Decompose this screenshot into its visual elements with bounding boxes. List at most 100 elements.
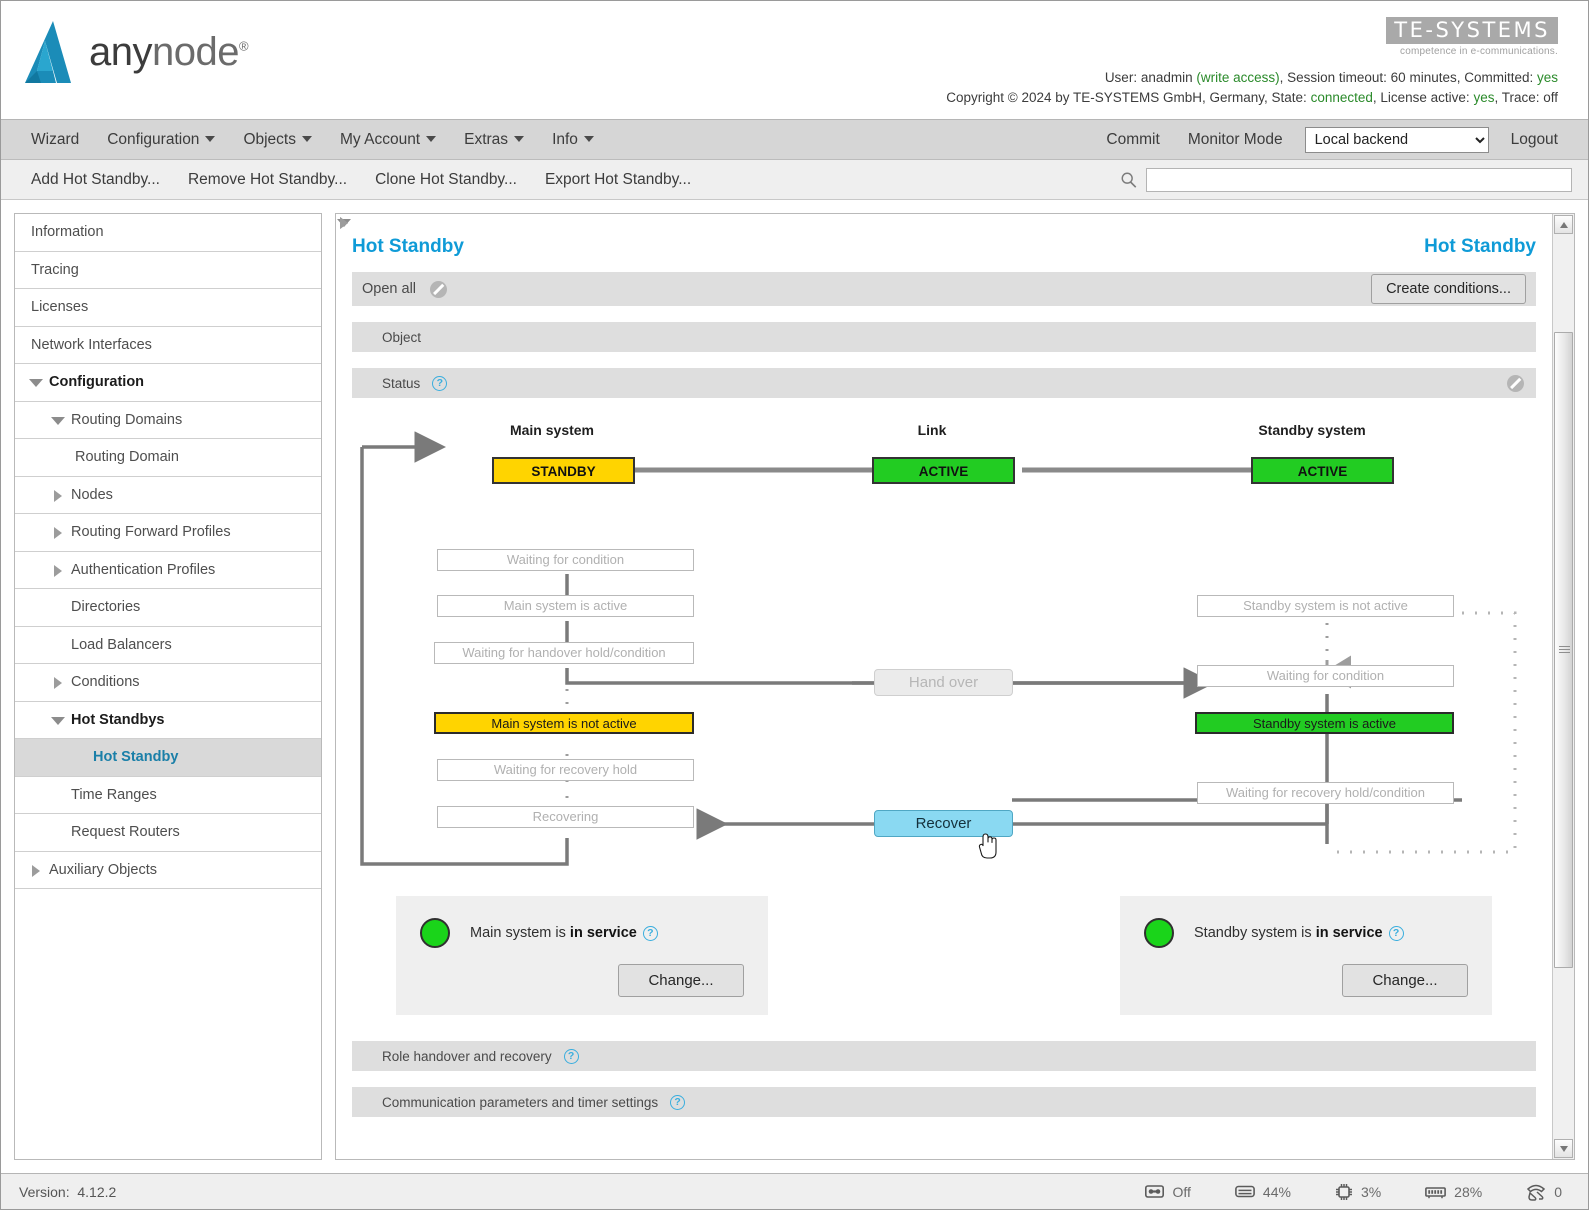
link-state-box: ACTIVE	[872, 457, 1015, 484]
user-label: User: anadmin	[1104, 70, 1197, 85]
sidebar-item-hot-standbys[interactable]: Hot Standbys	[15, 702, 321, 739]
main-system-change-button[interactable]: Change...	[618, 964, 744, 997]
search-input[interactable]	[1146, 167, 1572, 192]
help-icon[interactable]: ?	[1388, 926, 1404, 941]
main-system-service-state: in service	[569, 925, 637, 941]
te-systems-tagline: competence in e-communications.	[1400, 46, 1558, 57]
sidebar-item-nodes[interactable]: Nodes	[15, 477, 321, 514]
flow-box-waiting-for-handover: Waiting for handover hold/condition	[434, 642, 694, 664]
sidebar-item-load-balancers[interactable]: Load Balancers	[15, 627, 321, 664]
standby-system-service-prefix: Standby system is	[1194, 925, 1316, 941]
flow-box-recovering: Recovering	[437, 806, 694, 828]
sidebar-item-time-ranges[interactable]: Time Ranges	[15, 777, 321, 814]
create-conditions-button[interactable]: Create conditions...	[1371, 274, 1526, 304]
triangle-right-icon[interactable]	[50, 674, 66, 690]
standby-system-change-button[interactable]: Change...	[1342, 964, 1468, 997]
standby-system-service-state: in service	[1315, 925, 1383, 941]
license-label: , License active:	[1372, 90, 1474, 105]
backend-select[interactable]: Local backend	[1304, 126, 1489, 153]
sidebar-item-label: Time Ranges	[71, 786, 157, 803]
sidebar-item-configuration[interactable]: Configuration	[15, 364, 321, 402]
sidebar-item-label: Hot Standbys	[71, 711, 165, 728]
menu-extras[interactable]: Extras	[450, 127, 538, 153]
chevron-down-icon	[426, 135, 437, 142]
sidebar-item-conditions[interactable]: Conditions	[15, 664, 321, 702]
scrollbar-thumb[interactable]	[1554, 332, 1573, 968]
standby-system-state-box: ACTIVE	[1251, 457, 1394, 484]
write-access-label: (write access)	[1196, 70, 1280, 85]
section-object[interactable]: Object	[352, 322, 1536, 352]
sidebar-item-label: Directories	[71, 599, 141, 616]
sidebar-item-label: Load Balancers	[71, 636, 172, 653]
remove-hot-standby-button[interactable]: Remove Hot Standby...	[174, 168, 361, 192]
main-system-service-text: Main system is in service?	[470, 925, 658, 941]
section-communication-parameters-label: Communication parameters and timer setti…	[382, 1094, 659, 1110]
sidebar-item-tracing[interactable]: Tracing	[15, 252, 321, 289]
content-area: Information Tracing Licenses Network Int…	[1, 200, 1588, 1173]
help-icon[interactable]: ?	[432, 375, 448, 391]
session-info-line-2: Copyright © 2024 by TE-SYSTEMS GmbH, Ger…	[946, 88, 1558, 108]
section-status[interactable]: Status ?	[352, 368, 1536, 398]
menu-my-account-label: My Account	[340, 130, 421, 148]
menu-monitor-mode-label: Monitor Mode	[1187, 130, 1283, 148]
triangle-down-icon[interactable]	[28, 374, 44, 390]
triangle-right-icon[interactable]	[50, 487, 66, 503]
sidebar-item-label: Conditions	[71, 674, 140, 691]
menu-logout[interactable]: Logout	[1497, 127, 1572, 153]
menu-objects[interactable]: Objects	[229, 127, 326, 153]
help-icon[interactable]: ?	[642, 926, 658, 941]
metric-memory-value: 28%	[1454, 1183, 1483, 1200]
sidebar-item-licenses[interactable]: Licenses	[15, 289, 321, 327]
sidebar-item-label: Routing Domain	[75, 449, 179, 466]
main-vertical-scrollbar[interactable]	[1552, 214, 1574, 1159]
sidebar-item-routing-forward-profiles[interactable]: Routing Forward Profiles	[15, 514, 321, 552]
sidebar-item-hot-standby[interactable]: Hot Standby	[15, 739, 321, 777]
menu-info[interactable]: Info	[538, 127, 608, 153]
menu-commit-label: Commit	[1106, 130, 1160, 148]
clone-hot-standby-button[interactable]: Clone Hot Standby...	[361, 168, 531, 192]
sidebar-item-authentication-profiles[interactable]: Authentication Profiles	[15, 552, 321, 589]
section-role-handover-and-recovery[interactable]: Role handover and recovery ?	[352, 1041, 1536, 1071]
sidebar-item-directories[interactable]: Directories	[15, 589, 321, 627]
export-hot-standby-button[interactable]: Export Hot Standby...	[531, 168, 705, 192]
open-all-button[interactable]: Open all	[362, 281, 416, 297]
logo-text-dark: any	[89, 29, 153, 74]
sidebar-item-routing-domain[interactable]: Routing Domain	[15, 439, 321, 477]
sidebar-item-label: Network Interfaces	[31, 336, 152, 353]
metric-disk-value: 44%	[1262, 1183, 1291, 1200]
triangle-right-icon[interactable]	[50, 562, 66, 578]
triangle-right-icon[interactable]	[28, 862, 44, 878]
navigation-sidebar: Information Tracing Licenses Network Int…	[14, 213, 322, 1160]
no-entry-icon[interactable]	[1507, 374, 1524, 392]
section-role-handover-label: Role handover and recovery	[382, 1048, 552, 1064]
scroll-down-button[interactable]	[1554, 1139, 1573, 1158]
no-entry-icon[interactable]	[430, 280, 448, 298]
sidebar-item-auxiliary-objects[interactable]: Auxiliary Objects	[15, 852, 321, 889]
main-system-service-line: Main system is in service?	[420, 918, 744, 948]
hand-over-button[interactable]: Hand over	[874, 669, 1013, 696]
standby-system-label: Standby system	[1258, 422, 1366, 438]
menu-wizard-label: Wizard	[31, 130, 80, 148]
help-icon[interactable]: ?	[670, 1094, 686, 1110]
menu-wizard[interactable]: Wizard	[17, 127, 93, 153]
menu-configuration[interactable]: Configuration	[93, 127, 229, 153]
triangle-down-icon[interactable]	[50, 412, 66, 428]
sidebar-item-request-routers[interactable]: Request Routers	[15, 814, 321, 852]
scroll-up-button[interactable]	[1554, 215, 1573, 234]
main-system-change-row: Change...	[420, 964, 744, 997]
add-hot-standby-button[interactable]: Add Hot Standby...	[17, 168, 174, 192]
sidebar-item-routing-domains[interactable]: Routing Domains	[15, 402, 321, 439]
triangle-right-icon[interactable]	[50, 524, 66, 540]
menu-commit[interactable]: Commit	[1092, 127, 1173, 153]
sidebar-item-network-interfaces[interactable]: Network Interfaces	[15, 327, 321, 364]
triangle-down-icon[interactable]	[50, 712, 66, 728]
sidebar-item-label: Tracing	[31, 261, 79, 278]
sidebar-item-label: Configuration	[49, 374, 145, 391]
help-icon[interactable]: ?	[563, 1048, 579, 1064]
menu-monitor-mode[interactable]: Monitor Mode	[1174, 127, 1297, 153]
version-label: Version:	[19, 1183, 70, 1200]
menu-my-account[interactable]: My Account	[326, 127, 450, 153]
disk-icon	[1235, 1185, 1255, 1198]
section-communication-parameters[interactable]: Communication parameters and timer setti…	[352, 1087, 1536, 1117]
sidebar-item-information[interactable]: Information	[15, 214, 321, 252]
